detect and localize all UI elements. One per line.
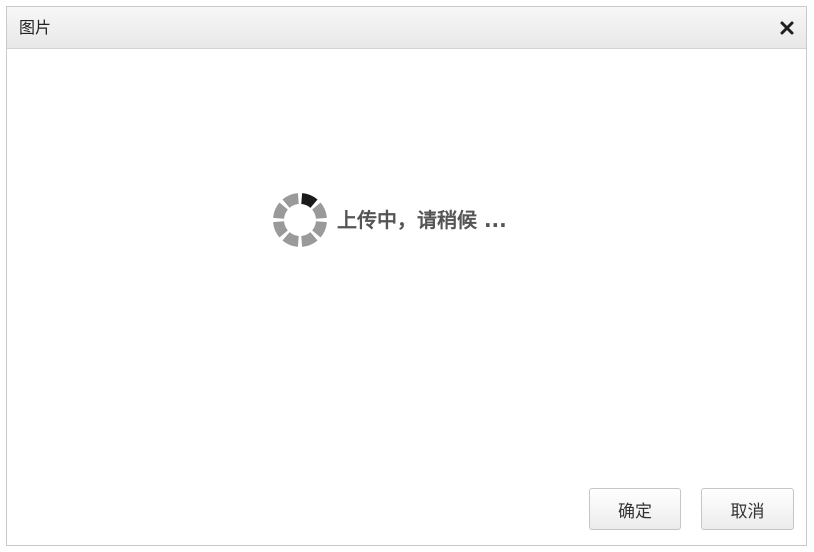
upload-dialog: 图片 上传中，请稍候 ... 确定 取消	[6, 6, 807, 546]
spinner-segment	[301, 232, 318, 247]
cancel-button[interactable]: 取消	[701, 488, 794, 530]
spinner-segment	[273, 202, 288, 219]
loading-spinner-icon	[273, 193, 327, 247]
close-icon[interactable]	[776, 17, 798, 39]
loading-indicator: 上传中，请稍候 ...	[271, 191, 507, 249]
loading-text: 上传中，请稍候 ...	[337, 208, 507, 232]
spinner-segment	[282, 232, 299, 247]
ok-button[interactable]: 确定	[589, 488, 681, 530]
spinner-segment	[312, 221, 327, 238]
dialog-title: 图片	[19, 18, 52, 37]
spinner-segment	[301, 193, 318, 208]
spinner-segment	[273, 221, 288, 238]
spinner-segment	[312, 202, 327, 219]
dialog-titlebar: 图片	[7, 7, 806, 49]
spinner-segment	[282, 193, 299, 208]
